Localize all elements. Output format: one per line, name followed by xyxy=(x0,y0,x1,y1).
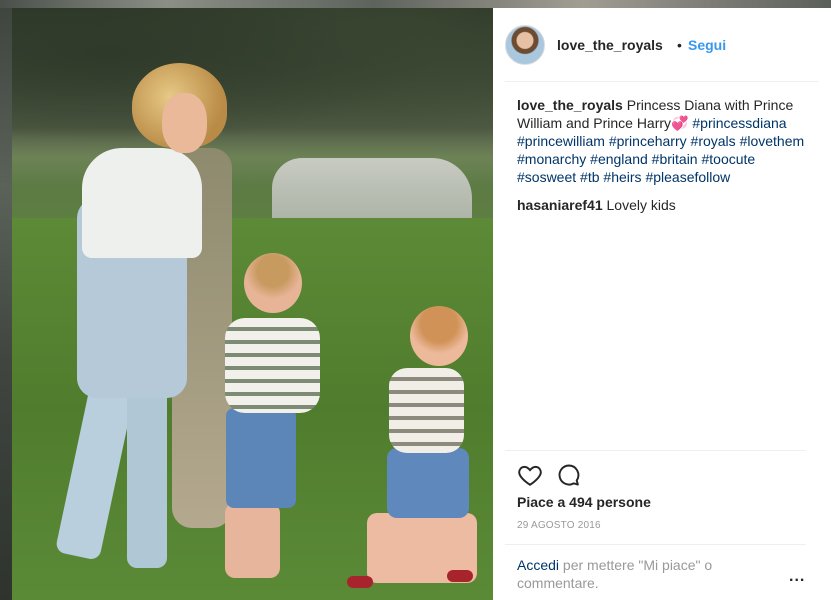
caption-username[interactable]: love_the_royals xyxy=(517,97,623,113)
heart-icon[interactable] xyxy=(517,462,543,488)
photo-diana-leg xyxy=(127,388,167,568)
avatar[interactable] xyxy=(505,25,545,65)
photo-harry-shorts xyxy=(387,448,469,518)
comment-username[interactable]: hasaniaref41 xyxy=(517,197,603,213)
photo-william-legs xyxy=(225,503,280,578)
follow-button[interactable]: Segui xyxy=(688,37,726,53)
hashtag-link[interactable]: #monarchy xyxy=(517,151,586,167)
header-separator: • xyxy=(677,37,682,53)
hashtag-link[interactable]: #tb xyxy=(580,169,599,185)
hashtag-link[interactable]: #royals xyxy=(691,133,736,149)
photo-diana-face xyxy=(162,93,207,153)
hashtag-link[interactable]: #princessdiana xyxy=(692,115,786,131)
hashtag-link[interactable]: #england xyxy=(590,151,648,167)
photo-harry-shirt xyxy=(389,368,464,453)
heart-emoji-icon: 💞 xyxy=(671,115,689,131)
post-side-panel: love_the_royals • Segui love_the_royals … xyxy=(493,8,831,600)
comment: hasaniaref41 Lovely kids xyxy=(517,196,809,214)
photo-william-shirt xyxy=(225,318,320,413)
hashtag-link[interactable]: #princewilliam xyxy=(517,133,605,149)
post-date: 29 AGOSTO 2016 xyxy=(517,520,601,531)
photo-harry-head xyxy=(410,306,468,366)
login-divider xyxy=(505,544,806,545)
header-username[interactable]: love_the_royals xyxy=(557,37,663,53)
actions-divider xyxy=(505,450,806,451)
photo-shoe xyxy=(347,576,373,588)
backdrop-top xyxy=(0,0,831,8)
comment-text: Lovely kids xyxy=(606,197,676,213)
photo-william-head xyxy=(244,253,302,313)
hashtag-link[interactable]: #princeharry xyxy=(609,133,687,149)
hashtag-link[interactable]: #lovethem xyxy=(740,133,805,149)
hashtag-link[interactable]: #toocute xyxy=(701,151,755,167)
more-options-icon[interactable]: ... xyxy=(789,568,805,586)
like-count[interactable]: Piace a 494 persone xyxy=(517,494,651,510)
photo-william-shorts xyxy=(226,408,296,508)
hashtag-link[interactable]: #heirs xyxy=(603,169,641,185)
photo-diana-shirt xyxy=(82,148,202,258)
comment-icon[interactable] xyxy=(556,462,582,488)
login-link[interactable]: Accedi xyxy=(517,557,559,573)
comments-section: love_the_royals Princess Diana with Prin… xyxy=(517,96,809,214)
backdrop-left xyxy=(0,8,12,600)
photo-trees xyxy=(12,8,493,158)
photo-shoe xyxy=(447,570,473,582)
hashtag-link[interactable]: #pleasefollow xyxy=(645,169,730,185)
hashtag-link[interactable]: #britain xyxy=(652,151,698,167)
post-photo xyxy=(12,8,493,600)
hashtag-link[interactable]: #sosweet xyxy=(517,169,576,185)
caption: love_the_royals Princess Diana with Prin… xyxy=(517,96,809,186)
login-prompt: Accedi per mettere "Mi piace" o commenta… xyxy=(517,556,757,592)
